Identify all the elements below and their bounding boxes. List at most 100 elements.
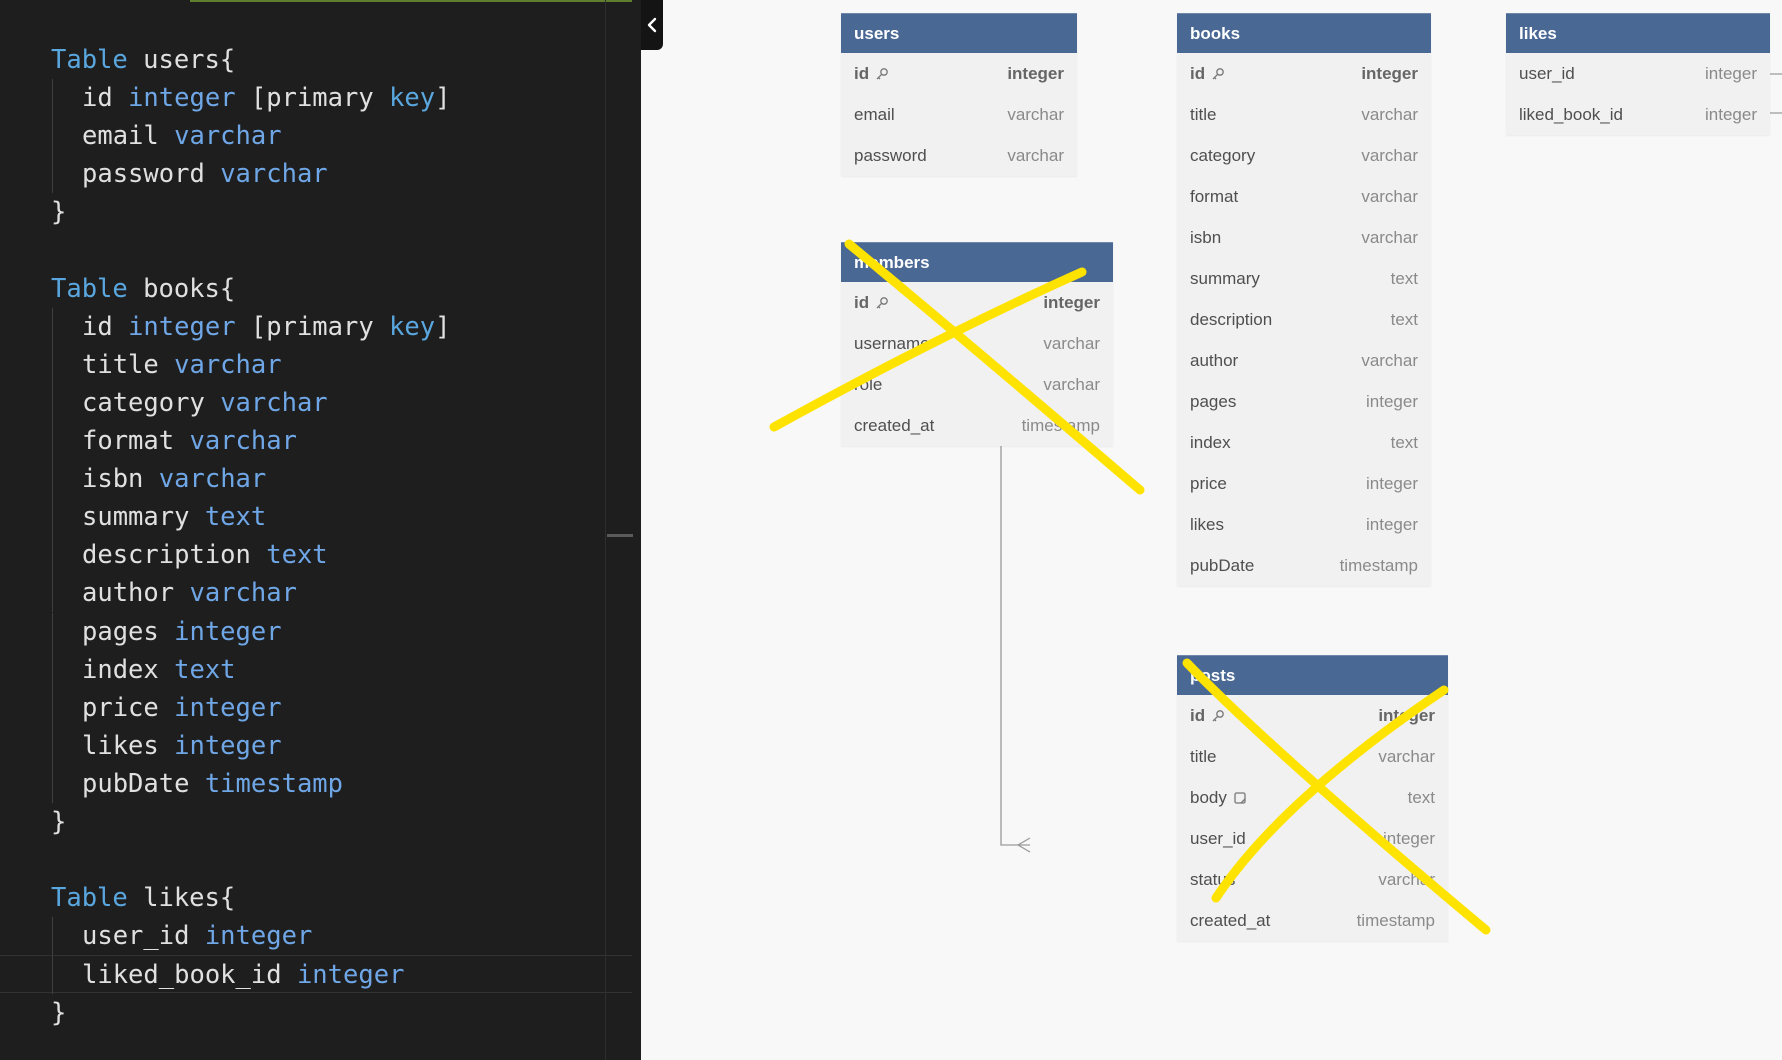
indent-guide	[52, 917, 53, 956]
code-line[interactable]: author varchar	[0, 574, 632, 613]
scrollbar-thumb[interactable]	[607, 534, 633, 537]
table-posts[interactable]: posts id integer title varchar body text user_i…	[1177, 655, 1448, 941]
code-line[interactable]: }	[0, 803, 632, 841]
table-field-row[interactable]: body text	[1177, 777, 1448, 818]
table-field-row[interactable]: title varchar	[1177, 736, 1448, 777]
code-line[interactable]: pubDate timestamp	[0, 764, 632, 803]
table-field-row[interactable]: pubDate timestamp	[1177, 545, 1431, 586]
identifier-token: books{	[127, 273, 236, 304]
code-line[interactable]: description text	[0, 536, 632, 575]
field-type: integer	[1366, 473, 1418, 493]
table-field-row[interactable]: username varchar	[841, 323, 1113, 364]
field-name-text: author	[1190, 350, 1239, 370]
keyword-token: Table	[51, 883, 128, 914]
field-name: pages	[1190, 392, 1236, 412]
table-field-row[interactable]: role varchar	[841, 364, 1113, 405]
diagram-canvas[interactable]: users id integer email varchar password varcha…	[641, 0, 1782, 1060]
table-field-row[interactable]: password varchar	[841, 135, 1077, 176]
table-field-row[interactable]: price integer	[1177, 463, 1431, 504]
table-field-row[interactable]: id integer	[1177, 695, 1448, 736]
code-line[interactable]: liked_book_id integer	[0, 955, 632, 995]
table-header[interactable]: users	[841, 13, 1077, 53]
code-line[interactable]: email varchar	[0, 117, 632, 156]
code-line[interactable]: format varchar	[0, 422, 632, 460]
table-field-row[interactable]: index text	[1177, 422, 1431, 463]
table-field-row[interactable]: title varchar	[1177, 94, 1431, 135]
table-field-row[interactable]: id integer	[841, 282, 1113, 323]
table-field-row[interactable]: status varchar	[1177, 859, 1448, 900]
code-line[interactable]: password varchar	[0, 155, 632, 194]
table-field-row[interactable]: likes integer	[1177, 504, 1431, 545]
field-name: id	[1190, 706, 1225, 726]
field-name: title	[1190, 105, 1216, 125]
table-likes[interactable]: likes user_id integer liked_book_id integer	[1506, 13, 1770, 135]
code-line[interactable]: Table likes{	[0, 879, 632, 917]
code-line[interactable]: price integer	[0, 688, 632, 727]
table-members[interactable]: members id integer username varchar role varch…	[841, 242, 1113, 446]
code-line[interactable]	[0, 232, 632, 270]
field-name-text: email	[854, 104, 895, 124]
field-name-text: username	[854, 333, 930, 353]
field-name-text: format	[1190, 186, 1239, 206]
code-line[interactable]: user_id integer	[0, 917, 632, 956]
field-name: id	[854, 64, 889, 84]
code-line[interactable]: index text	[0, 650, 632, 689]
field-name: password	[854, 146, 927, 166]
table-field-row[interactable]: description text	[1177, 299, 1431, 340]
field-name-text: id	[854, 63, 870, 83]
table-field-row[interactable]: id integer	[841, 53, 1077, 94]
code-line[interactable]: }	[0, 193, 632, 231]
code-line[interactable]: summary text	[0, 498, 632, 537]
table-field-row[interactable]: category varchar	[1177, 135, 1431, 176]
field-name: created_at	[854, 416, 934, 436]
field-name: title	[1190, 747, 1216, 767]
table-field-row[interactable]: liked_book_id integer	[1506, 94, 1770, 135]
code-line[interactable]: }	[0, 994, 632, 1032]
table-header[interactable]: books	[1177, 13, 1431, 53]
field-type: varchar	[1043, 333, 1100, 353]
code-line[interactable]: id integer [primary key]	[0, 79, 632, 118]
table-field-row[interactable]: author varchar	[1177, 340, 1431, 381]
code-line[interactable]: Table books{	[0, 270, 632, 308]
field-name: id	[1190, 64, 1225, 84]
table-field-row[interactable]: created_at timestamp	[1177, 900, 1448, 941]
field-name-text: user_id	[1190, 828, 1246, 848]
table-header[interactable]: posts	[1177, 655, 1448, 695]
table-users[interactable]: users id integer email varchar password varcha…	[841, 13, 1077, 176]
table-field-row[interactable]: user_id integer	[1177, 818, 1448, 859]
code-line[interactable]: pages integer	[0, 612, 632, 651]
code-line[interactable]: likes integer	[0, 726, 632, 765]
type-token: varchar	[158, 464, 267, 495]
table-books[interactable]: books id integer title varchar category varcha…	[1177, 13, 1431, 586]
table-field-row[interactable]: pages integer	[1177, 381, 1431, 422]
indent-guide	[52, 956, 53, 995]
table-field-row[interactable]: id integer	[1177, 53, 1431, 94]
table-field-row[interactable]: email varchar	[841, 94, 1077, 135]
type-token: varchar	[174, 349, 282, 380]
field-name-text: password	[854, 145, 927, 165]
table-field-row[interactable]: format varchar	[1177, 176, 1431, 217]
table-field-row[interactable]: isbn varchar	[1177, 217, 1431, 258]
field-name: created_at	[1190, 911, 1270, 931]
code-line[interactable]: title varchar	[0, 345, 632, 384]
note-icon	[1233, 791, 1247, 805]
code-line[interactable]: category varchar	[0, 383, 632, 422]
table-field-row[interactable]: user_id integer	[1506, 53, 1770, 94]
table-field-row[interactable]: summary text	[1177, 258, 1431, 299]
code-line[interactable]	[0, 841, 632, 879]
identifier-token: id	[82, 311, 113, 342]
field-name-text: price	[1190, 473, 1227, 493]
code-line[interactable]: id integer [primary key]	[0, 307, 632, 346]
identifier-token: isbn	[82, 464, 144, 495]
table-header[interactable]: likes	[1506, 13, 1770, 53]
indent-guide	[52, 383, 53, 422]
field-name-text: pubDate	[1190, 555, 1255, 575]
code-line[interactable]: isbn varchar	[0, 460, 632, 499]
table-header[interactable]: members	[841, 242, 1113, 282]
code-editor[interactable]: Table users{id integer [primary key] emai…	[0, 0, 641, 1060]
field-name: summary	[1190, 269, 1260, 289]
table-field-row[interactable]: created_at timestamp	[841, 405, 1113, 446]
field-name: id	[854, 293, 889, 313]
field-name-text: user_id	[1519, 63, 1575, 83]
code-line[interactable]: Table users{	[0, 41, 632, 79]
